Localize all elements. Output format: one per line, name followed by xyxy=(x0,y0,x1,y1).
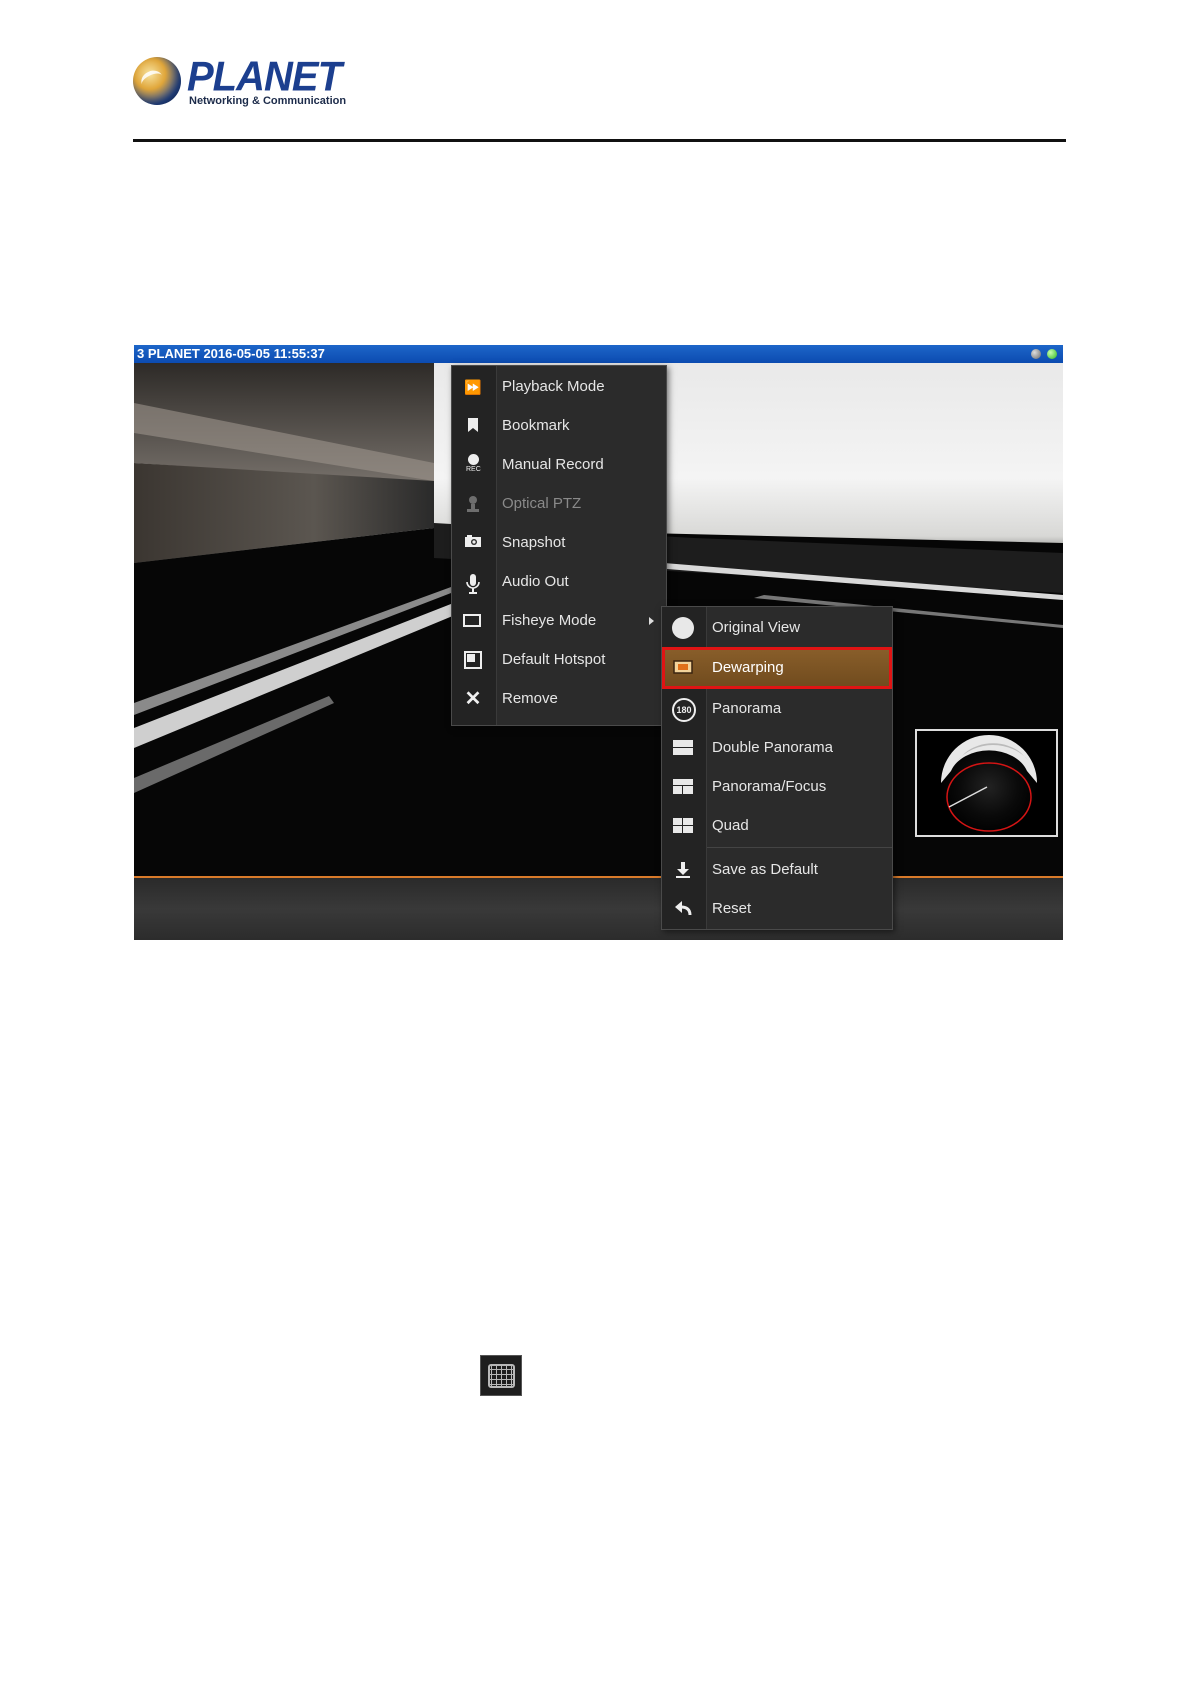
menu-item-playback-mode[interactable]: ⏩ Playback Mode xyxy=(452,369,666,405)
globe-logo-icon xyxy=(133,57,181,105)
menu-item-fisheye-mode[interactable]: Fisheye Mode xyxy=(452,603,666,639)
camera-view-window: 3 PLANET 2016-05-05 11:55:37 ⏩ Playback … xyxy=(134,345,1063,940)
submenu-item-label: Dewarping xyxy=(712,659,784,676)
camera-titlebar: 3 PLANET 2016-05-05 11:55:37 xyxy=(134,345,1063,363)
menu-item-audio-out[interactable]: Audio Out xyxy=(452,564,666,600)
menu-item-label: Audio Out xyxy=(502,573,569,590)
menu-item-remove[interactable]: ✕ Remove xyxy=(452,681,666,717)
menu-item-label: Snapshot xyxy=(502,534,566,551)
menu-item-label: Remove xyxy=(502,690,558,707)
submenu-item-save-as-default[interactable]: Save as Default xyxy=(662,852,892,888)
download-icon xyxy=(673,861,693,879)
calendar-grid xyxy=(488,1364,515,1388)
ptz-icon xyxy=(463,495,483,513)
submenu-item-quad[interactable]: Quad xyxy=(662,808,892,844)
status-green-icon[interactable] xyxy=(1047,349,1057,359)
menu-item-label: Bookmark xyxy=(502,417,570,434)
status-gray-icon[interactable] xyxy=(1031,349,1041,359)
menu-item-manual-record[interactable]: REC Manual Record xyxy=(452,447,666,483)
fast-forward-icon: ⏩ xyxy=(464,379,482,395)
submenu-separator xyxy=(707,847,892,848)
submenu-item-label: Double Panorama xyxy=(712,739,833,756)
submenu-item-label: Save as Default xyxy=(712,861,818,878)
dewarp-icon xyxy=(673,659,693,677)
submenu-item-label: Original View xyxy=(712,619,801,636)
submenu-item-original-view[interactable]: Original View xyxy=(662,610,892,646)
submenu-arrow-icon xyxy=(649,617,654,625)
submenu-item-reset[interactable]: Reset xyxy=(662,891,892,927)
menu-item-label: Playback Mode xyxy=(502,378,605,395)
video-footer-bar xyxy=(134,876,1063,940)
fisheye-icon xyxy=(463,614,481,627)
menu-item-label: Manual Record xyxy=(502,456,604,473)
circle-icon xyxy=(672,617,694,639)
undo-icon xyxy=(673,900,693,918)
submenu-item-panorama[interactable]: 180 Panorama xyxy=(662,691,892,727)
rec-icon xyxy=(468,454,479,465)
panorama-180-icon: 180 xyxy=(672,698,696,722)
double-panorama-icon xyxy=(673,740,693,755)
menu-item-bookmark[interactable]: Bookmark xyxy=(452,408,666,444)
fisheye-submenu: Original View Dewarping 180 Panorama Dou… xyxy=(661,606,893,930)
fisheye-minimap[interactable] xyxy=(915,729,1058,837)
context-menu: ⏩ Playback Mode Bookmark REC Manual Reco… xyxy=(451,365,667,726)
menu-item-optical-ptz: Optical PTZ xyxy=(452,486,666,522)
menu-item-label: Optical PTZ xyxy=(502,495,582,512)
logo-tagline: Networking & Communication xyxy=(189,95,347,107)
planet-logo: PLANET Networking & Communication xyxy=(133,54,346,111)
calendar-icon[interactable] xyxy=(480,1355,522,1396)
submenu-item-dewarping[interactable]: Dewarping xyxy=(662,647,892,689)
rec-icon-text: REC xyxy=(466,466,481,473)
microphone-icon xyxy=(463,573,483,594)
camera-title: 3 PLANET 2016-05-05 11:55:37 xyxy=(137,346,325,361)
menu-item-snapshot[interactable]: Snapshot xyxy=(452,525,666,561)
submenu-item-label: Quad xyxy=(712,817,749,834)
close-icon: ✕ xyxy=(464,688,482,710)
menu-item-label: Fisheye Mode xyxy=(502,612,597,629)
submenu-item-label: Reset xyxy=(712,900,752,917)
submenu-item-panorama-focus[interactable]: Panorama/Focus xyxy=(662,769,892,805)
submenu-item-double-panorama[interactable]: Double Panorama xyxy=(662,730,892,766)
panorama-focus-icon xyxy=(673,779,693,794)
menu-item-label: Default Hotspot xyxy=(502,651,606,668)
menu-item-default-hotspot[interactable]: Default Hotspot xyxy=(452,642,666,678)
quad-icon xyxy=(673,818,693,833)
submenu-item-label: Panorama xyxy=(712,700,782,717)
camera-icon xyxy=(463,534,483,552)
header-rule xyxy=(133,139,1066,142)
submenu-item-label: Panorama/Focus xyxy=(712,778,827,795)
hotspot-icon xyxy=(463,651,483,669)
bookmark-icon xyxy=(463,417,483,435)
